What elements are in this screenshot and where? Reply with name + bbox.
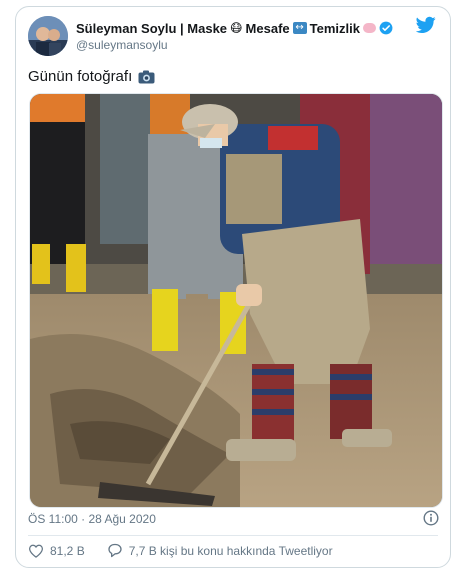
tweet-photo[interactable]	[29, 93, 443, 508]
heart-icon	[28, 544, 44, 558]
info-icon[interactable]	[423, 510, 439, 526]
tweet-timestamp[interactable]: ÖS 11:00 · 28 Ağu 2020	[28, 512, 156, 526]
tweet-card[interactable]: Süleyman Soylu | Maske 😷 Mesafe ↔ Temizl…	[15, 6, 451, 568]
tweet-text: Günün fotoğrafı	[28, 68, 155, 85]
talking-count: 7,7 B kişi bu konu hakkında Tweetliyor	[128, 543, 333, 558]
avatar-image	[28, 16, 68, 56]
speech-bubble-icon	[107, 543, 123, 558]
twitter-bird-icon[interactable]	[415, 16, 436, 34]
tweet-actions: 81,2 B 7,7 B kişi bu konu hakkında Tweet…	[28, 543, 355, 558]
display-name-row[interactable]: Süleyman Soylu | Maske 😷 Mesafe ↔ Temizl…	[76, 19, 393, 37]
mask-emoji: 😷	[230, 21, 243, 35]
verified-badge-icon	[379, 21, 393, 35]
tweet-text-content: Günün fotoğrafı	[28, 68, 133, 85]
user-handle[interactable]: @suleymansoylu	[76, 38, 168, 52]
like-button[interactable]: 81,2 B	[28, 544, 85, 558]
like-count: 81,2 B	[50, 543, 85, 558]
reply-button[interactable]: 7,7 B kişi bu konu hakkında Tweetliyor	[107, 543, 333, 558]
display-name-part3[interactable]: Temizlik	[310, 21, 360, 36]
photo-image	[30, 94, 442, 507]
camera-icon	[138, 70, 155, 84]
profile-avatar[interactable]	[28, 16, 68, 56]
arrows-emoji: ↔	[292, 22, 307, 34]
display-name-part2[interactable]: Mesafe	[246, 21, 290, 36]
soap-emoji: 🧼	[362, 23, 376, 33]
display-name[interactable]: Süleyman Soylu | Maske	[76, 21, 227, 36]
divider	[28, 535, 438, 536]
